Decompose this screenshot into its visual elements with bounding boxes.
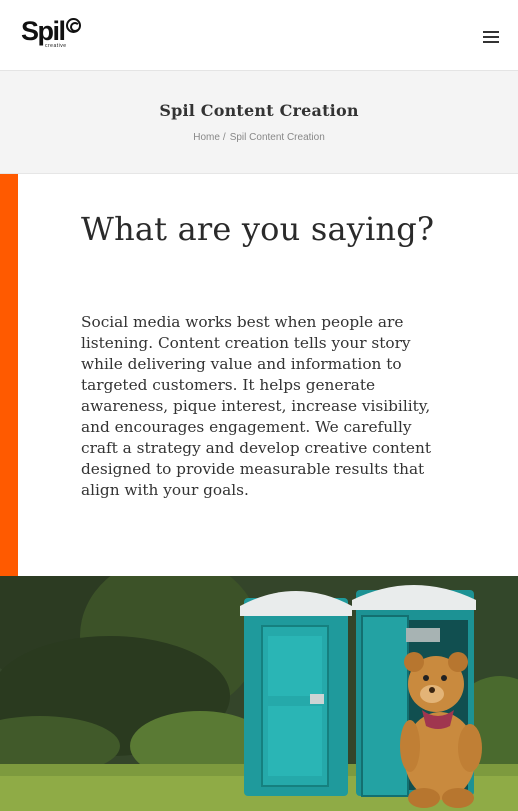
section-heading: What are you saying?: [81, 210, 435, 248]
site-header: Spil creative: [0, 0, 518, 71]
menu-line: [483, 31, 499, 33]
breadcrumb: Home / Spil Content Creation: [0, 132, 518, 143]
menu-line: [483, 41, 499, 43]
photo-illustration: [0, 576, 518, 811]
menu-line: [483, 36, 499, 38]
accent-bar: [0, 174, 18, 576]
breadcrumb-current: Spil Content Creation: [229, 132, 325, 143]
hamburger-menu-icon[interactable]: [483, 31, 499, 43]
breadcrumb-separator: /: [222, 132, 226, 143]
logo-sub: creative: [45, 43, 67, 49]
page-title-band: Spil Content Creation Home / Spil Content …: [0, 71, 518, 174]
section-body: Social media works best when people are …: [81, 313, 431, 499]
teddy-bear-portable-toilets-image: [0, 576, 518, 811]
breadcrumb-home-link[interactable]: Home: [193, 132, 220, 143]
logo-mark-icon: [65, 18, 81, 33]
spil-logo[interactable]: Spil creative: [21, 16, 81, 50]
page-title: Spil Content Creation: [159, 101, 359, 120]
logo-word: Spil: [21, 16, 66, 46]
